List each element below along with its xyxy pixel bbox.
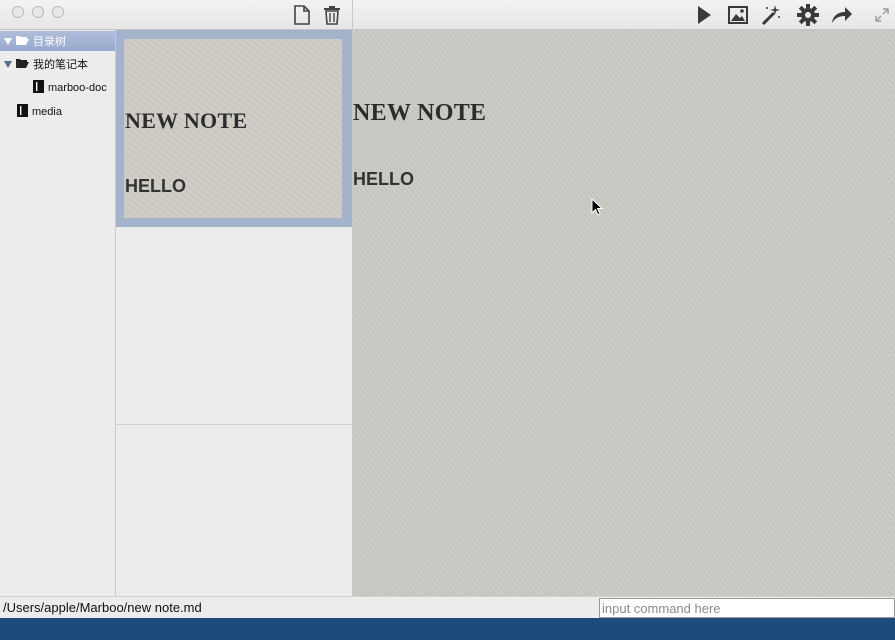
trash-icon[interactable] — [320, 3, 344, 27]
share-arrow-icon[interactable] — [830, 3, 854, 27]
zoom-window-button[interactable] — [52, 6, 64, 18]
image-icon[interactable] — [726, 3, 750, 27]
tree-item-media[interactable]: media — [0, 102, 115, 122]
tree-item-label: media — [32, 106, 62, 118]
app-window: 目录树 我的笔记本 marboo-doc media NEW NOTE HELL… — [0, 0, 895, 618]
fullscreen-icon[interactable] — [872, 3, 892, 27]
tree-item-label: 目录树 — [33, 36, 66, 48]
list-divider — [116, 424, 352, 425]
disclosure-triangle-icon[interactable] — [4, 60, 12, 68]
file-path: /Users/apple/Marboo/new note.md — [3, 600, 202, 615]
statusbar: /Users/apple/Marboo/new note.md — [0, 596, 895, 618]
toolbar-divider — [352, 0, 353, 30]
mouse-pointer-icon — [591, 197, 604, 219]
play-icon[interactable] — [692, 3, 716, 27]
titlebar — [0, 0, 895, 30]
directory-tree: 目录树 我的笔记本 marboo-doc media — [0, 30, 116, 596]
magic-wand-icon[interactable] — [759, 3, 783, 27]
note-card-selected[interactable]: NEW NOTE HELLO — [116, 30, 352, 227]
note-preview[interactable]: NEW NOTE HELLO — [353, 30, 895, 596]
folder-open-icon — [16, 35, 29, 48]
preview-subtitle: HELLO — [353, 169, 414, 189]
note-card-thumbnail[interactable]: NEW NOTE HELLO — [124, 39, 342, 218]
note-list: NEW NOTE HELLO — [116, 30, 353, 596]
tree-item-label: 我的笔记本 — [33, 59, 88, 71]
command-input[interactable] — [599, 598, 895, 618]
disclosure-triangle-icon[interactable] — [4, 37, 12, 45]
tree-item-root[interactable]: 目录树 — [0, 31, 115, 51]
notebook-icon — [33, 80, 44, 96]
new-document-icon[interactable] — [290, 3, 314, 27]
tree-item-label: marboo-doc — [48, 82, 107, 94]
tree-item-marboo-doc[interactable]: marboo-doc — [0, 78, 115, 98]
tree-item-my-notebook[interactable]: 我的笔记本 — [0, 54, 115, 74]
minimize-window-button[interactable] — [32, 6, 44, 18]
folder-open-icon — [16, 58, 29, 71]
note-card-title: NEW NOTE — [125, 108, 248, 133]
close-window-button[interactable] — [12, 6, 24, 18]
preview-title: NEW NOTE — [353, 100, 487, 126]
notebook-icon — [17, 104, 28, 120]
note-card-subtitle: HELLO — [125, 176, 186, 196]
gear-icon[interactable] — [796, 3, 820, 27]
